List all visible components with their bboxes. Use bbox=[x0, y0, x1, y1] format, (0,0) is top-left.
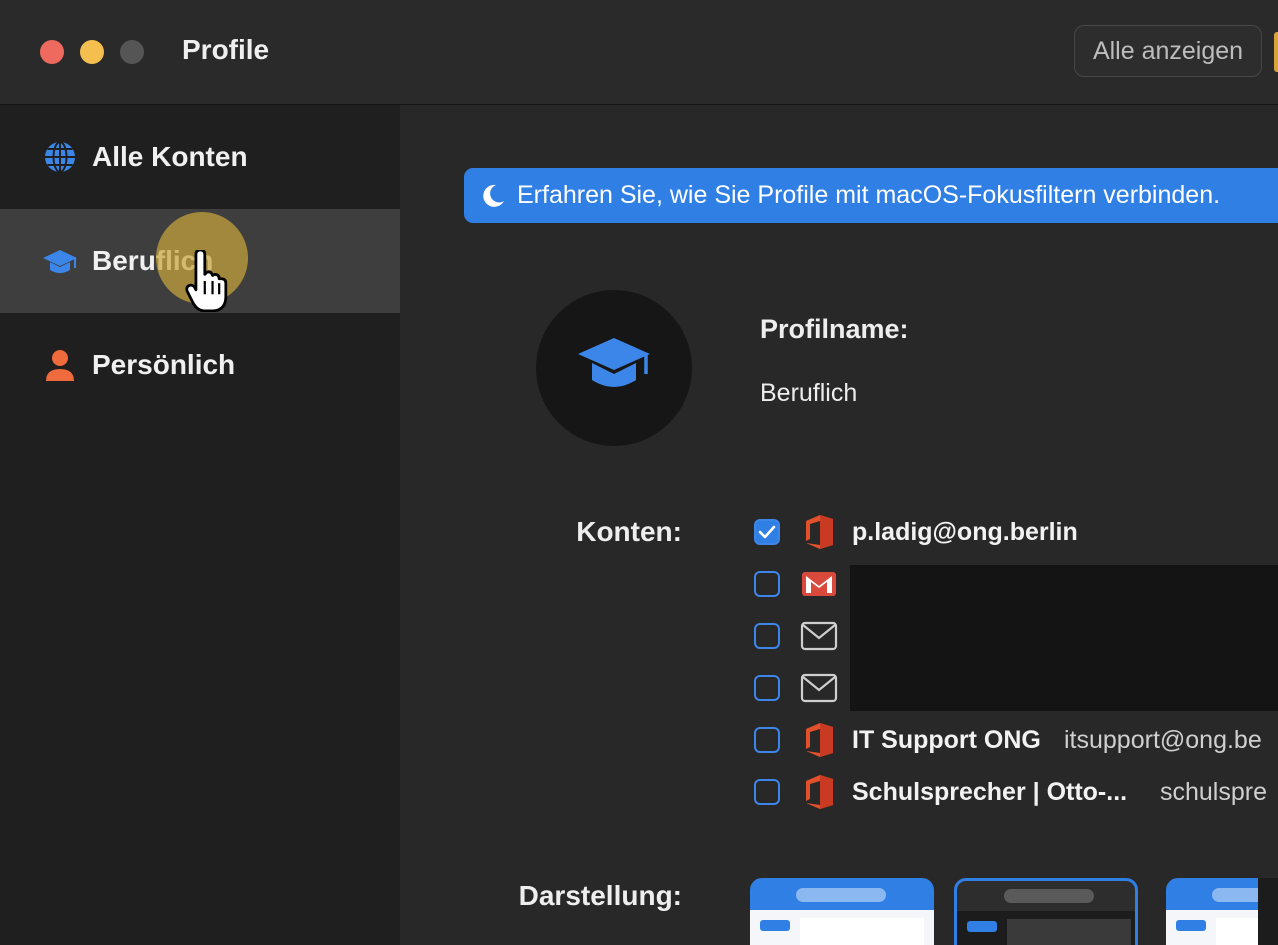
account-name: Schulsprecher | Otto-... bbox=[852, 778, 1128, 806]
profile-name-label: Profilname: bbox=[760, 314, 909, 344]
account-checkbox[interactable] bbox=[754, 623, 780, 649]
office-icon bbox=[806, 723, 833, 757]
account-name: p.ladig@ong.berlin bbox=[852, 518, 1078, 546]
globe-icon bbox=[45, 141, 75, 173]
account-row: Schulsprecher | Otto-... schulspre bbox=[752, 773, 1278, 813]
minimize-window-button[interactable] bbox=[80, 40, 104, 64]
sidebar-item-personal[interactable]: Persönlich bbox=[0, 313, 400, 417]
appearance-option-auto[interactable] bbox=[1166, 878, 1278, 945]
title-bar: Profile Alle anzeigen bbox=[0, 0, 1278, 105]
checkmark-icon bbox=[758, 525, 776, 539]
account-checkbox[interactable] bbox=[754, 571, 780, 597]
moon-icon bbox=[483, 184, 504, 207]
banner-text: Erfahren Sie, wie Sie Profile mit macOS-… bbox=[517, 181, 1221, 209]
sidebar-item-label: Alle Konten bbox=[92, 141, 248, 172]
office-icon bbox=[806, 775, 833, 809]
gmail-icon bbox=[802, 572, 836, 596]
mail-envelope-icon bbox=[800, 673, 838, 703]
account-checkbox[interactable] bbox=[754, 727, 780, 753]
account-email: itsupport@ong.be bbox=[1064, 726, 1262, 754]
account-name: IT Support ONG bbox=[852, 726, 1041, 754]
office-icon bbox=[806, 515, 833, 549]
account-checkbox[interactable] bbox=[754, 519, 780, 545]
window-title: Profile bbox=[182, 34, 270, 65]
appearance-option-light[interactable] bbox=[750, 878, 934, 945]
zoom-window-button[interactable] bbox=[120, 40, 144, 64]
close-window-button[interactable] bbox=[40, 40, 64, 64]
sidebar-item-all-accounts[interactable]: Alle Konten bbox=[0, 105, 400, 209]
person-icon bbox=[46, 350, 74, 381]
appearance-option-dark[interactable] bbox=[954, 878, 1138, 945]
show-all-button[interactable]: Alle anzeigen bbox=[1074, 25, 1262, 77]
sidebar-item-label: Persönlich bbox=[92, 349, 236, 380]
appearance-label: Darstellung: bbox=[518, 880, 682, 911]
account-checkbox[interactable] bbox=[754, 675, 780, 701]
hand-pointer-icon bbox=[185, 250, 228, 312]
toolbar-edge-button[interactable] bbox=[1274, 32, 1278, 72]
graduation-cap-icon bbox=[43, 250, 77, 273]
graduation-cap-icon bbox=[578, 338, 650, 387]
account-row: p.ladig@ong.berlin bbox=[752, 513, 1278, 553]
profile-name-field[interactable]: Beruflich bbox=[760, 379, 857, 408]
account-row: IT Support ONG itsupport@ong.be bbox=[752, 721, 1278, 761]
account-email: schulspre bbox=[1160, 778, 1267, 806]
profiles-window: Profile Alle anzeigen Alle Konten Berufl… bbox=[0, 0, 1278, 945]
accounts-label: Konten: bbox=[576, 516, 682, 547]
profile-avatar[interactable] bbox=[536, 290, 692, 446]
account-checkbox[interactable] bbox=[754, 779, 780, 805]
focus-filter-banner[interactable]: Erfahren Sie, wie Sie Profile mit macOS-… bbox=[464, 168, 1278, 223]
redacted-account-details bbox=[850, 565, 1278, 711]
mail-envelope-icon bbox=[800, 621, 838, 651]
